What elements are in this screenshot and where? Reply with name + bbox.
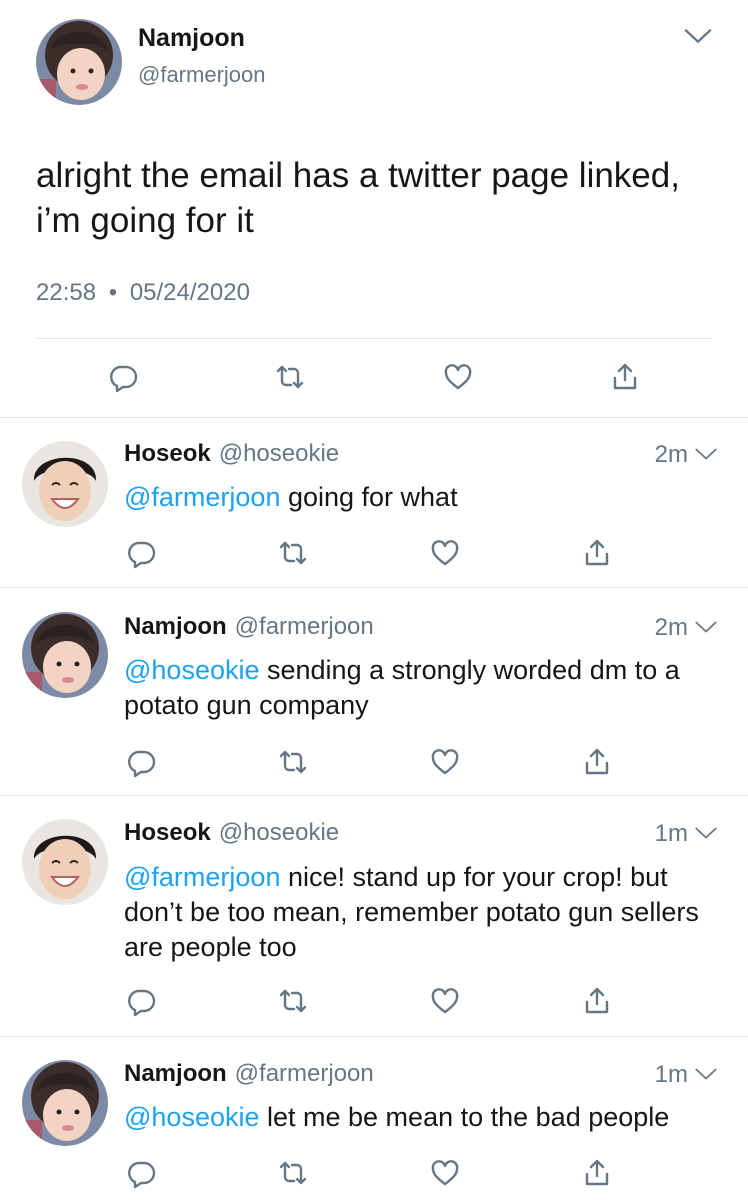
reply-author-handle[interactable]: @farmerjoon	[235, 1060, 374, 1087]
meta-separator: •	[108, 279, 118, 306]
profile-photo-namjoon	[36, 19, 122, 105]
author-handle[interactable]: @farmerjoon	[138, 62, 266, 88]
reply-body: going for what	[280, 482, 458, 512]
reply-text: @farmerjoon going for what	[124, 480, 724, 515]
profile-photo-hoseok	[22, 441, 108, 527]
reply-icon[interactable]	[106, 360, 140, 394]
retweet-icon[interactable]	[276, 984, 310, 1018]
share-icon[interactable]	[580, 1156, 614, 1190]
like-icon[interactable]	[441, 360, 475, 394]
share-icon[interactable]	[580, 984, 614, 1018]
reply-tweet[interactable]: Hoseok @hoseokie 1m @farmerjoon nice! sta…	[0, 797, 748, 1037]
reply-author-handle[interactable]: @hoseokie	[219, 819, 339, 846]
reply-author-name[interactable]: Hoseok	[124, 440, 211, 467]
divider	[0, 795, 748, 796]
reply-header: Hoseok @hoseokie	[124, 819, 339, 847]
reply-icon[interactable]	[124, 1156, 158, 1190]
chevron-down-icon[interactable]	[694, 614, 718, 642]
reply-tweet[interactable]: Namjoon @farmerjoon 2m @hoseokie sending …	[0, 589, 748, 796]
reply-author-name[interactable]: Namjoon	[124, 1060, 227, 1087]
like-icon[interactable]	[428, 984, 462, 1018]
tweet-timestamp: 22:58 • 05/24/2020	[36, 279, 250, 307]
reply-header: Namjoon @farmerjoon	[124, 613, 374, 641]
reply-tweet[interactable]: Namjoon @farmerjoon 1m @hoseokie let me b…	[0, 1038, 748, 1200]
reply-icon[interactable]	[124, 745, 158, 779]
reply-time: 1m	[655, 820, 718, 848]
author-name[interactable]: Namjoon	[138, 24, 245, 53]
reply-time: 2m	[655, 614, 718, 642]
author-avatar[interactable]	[36, 19, 122, 105]
retweet-icon[interactable]	[276, 536, 310, 570]
reply-avatar[interactable]	[22, 441, 108, 527]
reply-time-text: 2m	[654, 614, 688, 641]
reply-author-handle[interactable]: @farmerjoon	[235, 613, 374, 640]
tweet-time[interactable]: 22:58	[36, 279, 96, 306]
divider	[0, 1036, 748, 1037]
mention-link[interactable]: @hoseokie	[124, 655, 260, 685]
mention-link[interactable]: @hoseokie	[124, 1102, 260, 1132]
like-icon[interactable]	[428, 745, 462, 779]
reply-avatar[interactable]	[22, 612, 108, 698]
reply-time-text: 1m	[654, 820, 688, 847]
reply-icon[interactable]	[124, 984, 158, 1018]
tweet-date[interactable]: 05/24/2020	[130, 279, 250, 306]
tweet-text: alright the email has a twitter page lin…	[36, 156, 680, 240]
share-icon[interactable]	[580, 536, 614, 570]
divider	[0, 587, 748, 588]
reply-time-text: 2m	[654, 441, 688, 468]
reply-tweet[interactable]: Hoseok @hoseokie 2m @farmerjoon going for…	[0, 418, 748, 588]
reply-text: @farmerjoon nice! stand up for your crop…	[124, 860, 724, 965]
reply-header: Hoseok @hoseokie	[124, 440, 339, 468]
profile-photo-hoseok	[22, 819, 108, 905]
chevron-down-icon[interactable]	[694, 441, 718, 469]
chevron-down-icon[interactable]	[694, 820, 718, 848]
reply-time: 2m	[655, 441, 718, 469]
reply-author-name[interactable]: Hoseok	[124, 819, 211, 846]
reply-time: 1m	[655, 1061, 718, 1089]
share-icon[interactable]	[608, 360, 642, 394]
reply-time-text: 1m	[654, 1061, 688, 1088]
reply-text: @hoseokie sending a strongly worded dm t…	[124, 653, 724, 723]
profile-photo-namjoon	[22, 612, 108, 698]
divider	[36, 338, 712, 339]
retweet-icon[interactable]	[276, 1156, 310, 1190]
profile-photo-namjoon	[22, 1060, 108, 1146]
reply-avatar[interactable]	[22, 1060, 108, 1146]
retweet-icon[interactable]	[273, 360, 307, 394]
reply-icon[interactable]	[124, 536, 158, 570]
retweet-icon[interactable]	[276, 745, 310, 779]
like-icon[interactable]	[428, 536, 462, 570]
share-icon[interactable]	[580, 745, 614, 779]
chevron-down-icon[interactable]	[694, 1061, 718, 1089]
reply-header: Namjoon @farmerjoon	[124, 1060, 374, 1088]
mention-link[interactable]: @farmerjoon	[124, 862, 280, 892]
like-icon[interactable]	[428, 1156, 462, 1190]
mention-link[interactable]: @farmerjoon	[124, 482, 280, 512]
chevron-down-icon[interactable]	[683, 26, 713, 46]
reply-avatar[interactable]	[22, 819, 108, 905]
reply-body: let me be mean to the bad people	[259, 1102, 670, 1132]
reply-author-name[interactable]: Namjoon	[124, 613, 227, 640]
reply-text: @hoseokie let me be mean to the bad peop…	[124, 1100, 724, 1135]
reply-author-handle[interactable]: @hoseokie	[219, 440, 339, 467]
